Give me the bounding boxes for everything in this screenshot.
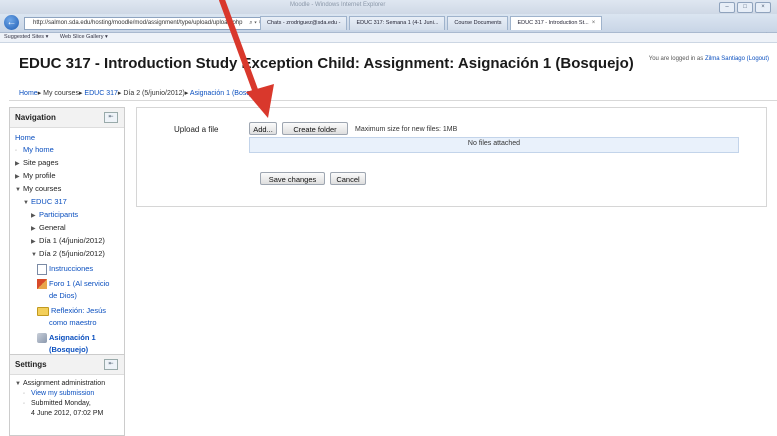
breadcrumb: Home▸ My courses▸ EDUC 317▸ Día 2 (5/jun…: [19, 90, 266, 97]
nav-reflexion-cont[interactable]: como maestro: [49, 318, 97, 327]
address-bar[interactable]: http://salmon.sda.edu/hosting/moodle/mod…: [24, 17, 266, 30]
browser-tab[interactable]: Course Documents: [447, 16, 509, 30]
nav-my-courses[interactable]: My courses: [23, 184, 61, 193]
user-profile-link[interactable]: Zilma Santiago: [705, 56, 745, 62]
settings-block: Settings ⇤ ▼ Assignment administration ◦ V…: [9, 354, 125, 436]
nav-asignacion[interactable]: Asignación 1: [49, 333, 96, 342]
settings-block-header: Settings ⇤: [10, 355, 124, 375]
breadcrumb-section: Día 2 (5/junio/2012): [123, 90, 185, 97]
back-arrow-icon[interactable]: ←: [4, 15, 19, 30]
folder-icon: [37, 306, 49, 316]
browser-tabs: Chats - zrodriguez@sda.edu - EDUC 317: S…: [260, 16, 603, 30]
cancel-button[interactable]: Cancel: [330, 172, 366, 185]
nav-my-profile[interactable]: My profile: [23, 171, 56, 180]
document-icon: [37, 263, 47, 275]
save-changes-button[interactable]: Save changes: [260, 172, 325, 185]
breadcrumb-my-courses: My courses: [43, 90, 79, 97]
nav-instrucciones[interactable]: Instrucciones: [49, 264, 93, 273]
browser-navbar: ← http://salmon.sda.edu/hosting/moodle/m…: [0, 14, 777, 41]
nav-dia2[interactable]: Día 2 (5/junio/2012): [39, 249, 105, 258]
browser-titlebar: Moodle - Windows Internet Explorer – □ ×: [0, 0, 777, 14]
nav-my-home[interactable]: My home: [23, 145, 54, 154]
favorites-bar: Suggested Sites ▾ Web Slice Gallery ▾: [0, 33, 777, 43]
browser-tab[interactable]: EDUC 317: Semana 1 (4-1 Juni...: [349, 16, 446, 30]
collapse-icon[interactable]: ▼: [15, 184, 23, 196]
expand-icon[interactable]: ▶: [31, 223, 39, 235]
breadcrumb-home[interactable]: Home: [19, 90, 38, 97]
nav-dia1[interactable]: Día 1 (4/junio/2012): [39, 236, 105, 245]
favorites-suggested-sites[interactable]: Suggested Sites ▾: [4, 34, 48, 40]
nav-foro1[interactable]: Foro 1 (Al servicio: [49, 279, 109, 288]
logout-link[interactable]: (Logout): [747, 56, 769, 62]
collapse-icon[interactable]: ▼: [15, 379, 23, 389]
assignment-icon: [37, 333, 47, 344]
window-controls: – □ ×: [719, 2, 771, 13]
upload-file-label: Upload a file: [174, 125, 219, 134]
expand-icon[interactable]: ▶: [15, 158, 23, 170]
files-status: No files attached: [467, 140, 521, 147]
nav-foro1-cont[interactable]: de Dios): [49, 291, 77, 300]
login-info: You are logged in as Zilma Santiago (Log…: [649, 56, 769, 62]
breadcrumb-course[interactable]: EDUC 317: [84, 90, 117, 97]
bullet-icon: ◦: [23, 391, 26, 397]
divider: [9, 100, 777, 101]
add-file-button[interactable]: Add...: [249, 122, 277, 135]
close-window-button[interactable]: ×: [755, 2, 771, 13]
nav-course[interactable]: EDUC 317: [31, 197, 67, 206]
browser-tab[interactable]: Chats - zrodriguez@sda.edu -: [260, 16, 348, 30]
window-title: Moodle - Windows Internet Explorer: [290, 2, 386, 8]
minimize-button[interactable]: –: [719, 2, 735, 13]
bullet-icon: ◦: [23, 401, 26, 407]
bullet-icon: ◦: [15, 148, 18, 154]
expand-icon[interactable]: ▶: [31, 210, 39, 222]
forum-icon: [37, 279, 47, 290]
file-drop-area[interactable]: No files attached: [249, 137, 739, 153]
page-title: EDUC 317 - Introduction Study Exception …: [19, 55, 634, 72]
favorites-web-slice-gallery[interactable]: Web Slice Gallery ▾: [60, 34, 108, 40]
navigation-tree: Home ◦ My home ▶ Site pages ▶ My profile ▼ M…: [15, 132, 109, 356]
settings-admin[interactable]: Assignment administration: [23, 380, 105, 387]
breadcrumb-current[interactable]: Asignación 1 (Bosquejo): [190, 90, 266, 97]
maximize-button[interactable]: □: [737, 2, 753, 13]
settings-title: Settings: [15, 360, 47, 369]
dock-icon[interactable]: ⇤: [104, 359, 118, 370]
dock-icon[interactable]: ⇤: [104, 112, 118, 123]
address-url: http://salmon.sda.edu/hosting/moodle/mod…: [33, 20, 243, 26]
create-folder-button[interactable]: Create folder: [282, 122, 348, 135]
navigation-title: Navigation: [15, 113, 56, 122]
navigation-block-header: Navigation ⇤: [10, 108, 124, 128]
close-tab-icon[interactable]: ×: [592, 17, 596, 30]
submitted-date: 4 June 2012, 07:02 PM: [31, 410, 104, 417]
collapse-icon[interactable]: ▼: [23, 197, 31, 209]
nav-asignacion-cont[interactable]: (Bosquejo): [49, 345, 88, 354]
expand-icon[interactable]: ▶: [15, 171, 23, 183]
view-submission-link[interactable]: View my submission: [31, 390, 94, 397]
nav-home[interactable]: Home: [15, 133, 35, 142]
submitted-text: Submitted Monday,: [31, 400, 91, 407]
max-size-text: Maximum size for new files: 1MB: [355, 126, 458, 133]
upload-form-panel: [136, 107, 767, 207]
settings-tree: ▼ Assignment administration ◦ View my subm…: [15, 379, 105, 419]
nav-participants[interactable]: Participants: [39, 210, 78, 219]
login-prefix: You are logged in as: [648, 56, 704, 62]
nav-general[interactable]: General: [39, 223, 66, 232]
nav-reflexion[interactable]: Reflexión: Jesús: [51, 306, 106, 315]
nav-site-pages[interactable]: Site pages: [23, 158, 58, 167]
collapse-icon[interactable]: ▼: [31, 249, 39, 261]
expand-icon[interactable]: ▶: [31, 236, 39, 248]
browser-tab-active[interactable]: EDUC 317 - Introduction St... ×: [510, 16, 603, 30]
